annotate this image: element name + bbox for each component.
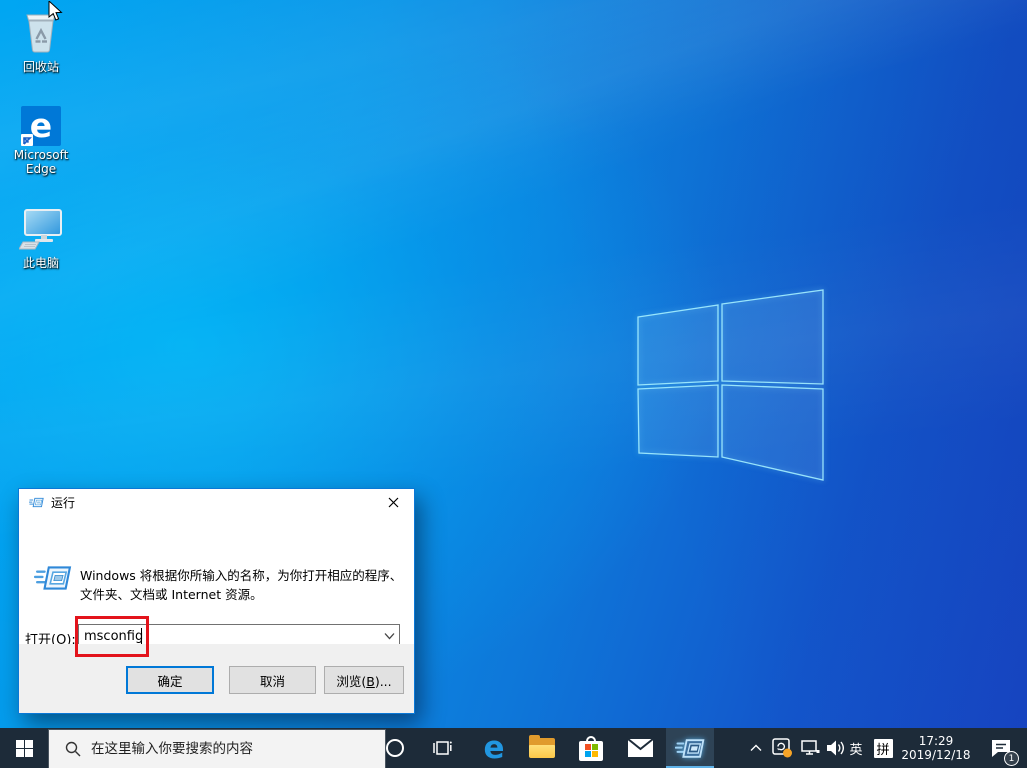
ok-button[interactable]: 确定 [126,666,214,694]
store-icon [579,735,603,761]
run-dialog-titlebar[interactable]: 运行 [19,489,414,516]
desktop-icon-this-pc[interactable]: 此电脑 [2,206,80,270]
clock-time: 17:29 [918,734,954,748]
search-icon [65,741,81,757]
tray-show-hidden-icons-button[interactable] [744,728,768,768]
desktop-icon-recycle-bin[interactable]: 回收站 [2,8,80,74]
taskbar: e [0,728,1027,768]
run-dialog-window: 运行 Windows 将根据你所输入的名称，为你打开相应的程序、 文件夹、文档或… [18,488,415,714]
mail-icon [626,738,654,757]
close-icon [388,497,398,508]
this-pc-icon [18,209,62,250]
run-app-icon [675,738,705,758]
clock-date: 2019/12/18 [901,748,971,762]
taskbar-edge-button[interactable]: e [474,728,514,768]
microsoft-store-button[interactable] [571,728,611,768]
dialog-title: 运行 [51,496,76,510]
notification-badge: 1 [1004,751,1019,766]
edge-icon: e [21,106,61,146]
tray-ime-language-button[interactable]: 英 [845,728,867,768]
description-line-2: 文件夹、文档或 Internet 资源。 [80,587,263,602]
windows-logo-icon [637,289,824,481]
close-button[interactable] [372,489,414,516]
wired-network-icon [801,740,820,755]
chevron-up-icon [750,744,762,751]
light-beam [0,0,1027,316]
update-notification-icon [772,738,792,758]
cortana-icon [386,739,404,757]
browse-button[interactable]: 浏览(B)... [324,666,404,694]
text-caret [141,628,142,645]
file-explorer-icon [529,735,555,758]
file-explorer-button[interactable] [522,728,562,768]
search-input[interactable] [91,741,385,757]
action-center-button[interactable]: 1 [980,728,1022,768]
tray-update-status-button[interactable] [770,728,796,768]
cortana-button[interactable] [375,728,415,768]
cancel-button[interactable]: 取消 [229,666,316,694]
light-beam [0,0,1027,462]
ime-mode-icon: 拼 [873,738,893,758]
windows-start-icon [15,739,33,757]
start-button[interactable] [0,728,48,768]
run-app-icon [29,497,44,508]
description-line-1: Windows 将根据你所输入的名称，为你打开相应的程序、 [80,568,403,583]
mail-button[interactable] [620,728,660,768]
edge-logo-glyph: e [29,106,53,145]
taskbar-search-box[interactable] [48,729,386,768]
run-dialog-footer: 确定 取消 浏览(B)... [19,644,414,713]
taskbar-run-app-button[interactable] [666,728,714,768]
task-view-icon [433,741,452,755]
ime-language-indicator: 英 [849,742,863,758]
mouse-cursor [48,1,63,21]
windows-desktop: 回收站 e Microsoft Edge 此电脑 运行 Windows 将根据你… [0,0,1027,768]
tray-clock[interactable]: 17:29 2019/12/18 [896,728,976,768]
task-view-button[interactable] [422,728,462,768]
desktop-icon-label: 此电脑 [22,256,59,270]
run-dialog-body: Windows 将根据你所输入的名称，为你打开相应的程序、 文件夹、文档或 In… [19,516,414,657]
speaker-icon [827,740,844,756]
desktop-icon-label: 回收站 [22,60,59,74]
tray-ime-mode-button[interactable]: 拼 [869,728,897,768]
tray-network-button[interactable] [797,728,823,768]
dialog-description: Windows 将根据你所输入的名称，为你打开相应的程序、 文件夹、文档或 In… [80,566,402,604]
edge-icon: e [483,730,505,766]
run-app-icon [34,566,72,590]
desktop-icon-edge[interactable]: e Microsoft Edge [2,106,80,176]
desktop-icon-label: Microsoft Edge [13,148,69,176]
shortcut-arrow-icon [21,134,33,146]
